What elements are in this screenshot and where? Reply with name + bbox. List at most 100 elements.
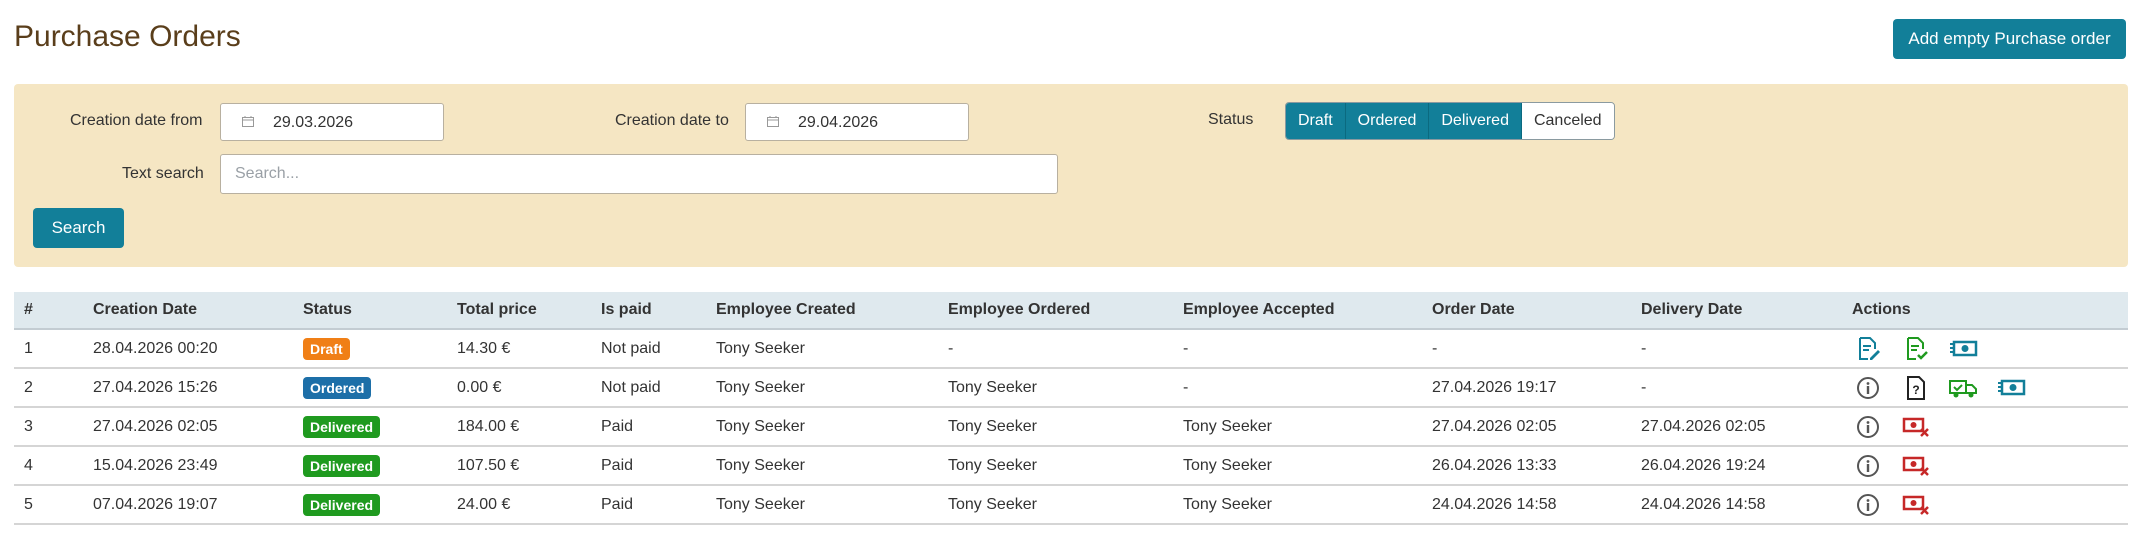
cell-is-paid: Not paid <box>591 368 706 408</box>
cell-employee-ordered: Tony Seeker <box>938 407 1173 447</box>
cell-employee-ordered: Tony Seeker <box>938 446 1173 486</box>
cell-creation-date: 15.04.2026 23:49 <box>83 446 293 486</box>
cell-employee-accepted: - <box>1173 329 1422 369</box>
status-toggle-draft[interactable]: Draft <box>1286 103 1346 139</box>
date-to-value: 29.04.2026 <box>798 114 879 131</box>
cell-total-price: 107.50 € <box>447 446 591 486</box>
cell-number: 2 <box>14 368 83 408</box>
info-icon[interactable] <box>1852 413 1884 441</box>
row-actions <box>1852 491 2128 519</box>
cell-total-price: 14.30 € <box>447 329 591 369</box>
cell-actions <box>1842 329 2128 369</box>
delivery-truck-icon[interactable] <box>1948 374 1980 402</box>
column-header-order-date[interactable]: Order Date <box>1422 292 1631 330</box>
cell-actions <box>1842 446 2128 486</box>
approve-document-icon[interactable] <box>1900 335 1932 363</box>
cell-employee-accepted: - <box>1173 368 1422 408</box>
cell-employee-created: Tony Seeker <box>706 446 938 486</box>
table-row[interactable]: 5 07.04.2026 19:07 Delivered 24.00 € Paid Ton… <box>14 485 2128 525</box>
cell-employee-created: Tony Seeker <box>706 368 938 408</box>
cancel-payment-icon[interactable] <box>1900 452 1932 480</box>
column-header-status[interactable]: Status <box>293 292 447 330</box>
table-row[interactable]: 4 15.04.2026 23:49 Delivered 107.50 € Paid To… <box>14 446 2128 486</box>
svg-text:?: ? <box>1912 383 1919 397</box>
cell-delivery-date: - <box>1631 368 1842 408</box>
column-header-employee-ordered[interactable]: Employee Ordered <box>938 292 1173 330</box>
edit-document-icon[interactable] <box>1852 335 1884 363</box>
cell-employee-accepted: Tony Seeker <box>1173 446 1422 486</box>
cell-employee-created: Tony Seeker <box>706 407 938 447</box>
status-toggle-canceled[interactable]: Canceled <box>1521 103 1614 139</box>
date-to-field[interactable]: 29.04.2026 <box>745 103 969 141</box>
column-header-employee-created[interactable]: Employee Created <box>706 292 938 330</box>
add-empty-purchase-order-button[interactable]: Add empty Purchase order <box>1893 19 2126 59</box>
column-header-is-paid[interactable]: Is paid <box>591 292 706 330</box>
cell-actions: ? <box>1842 368 2128 408</box>
column-header-total-price[interactable]: Total price <box>447 292 591 330</box>
date-from-label: Creation date from <box>70 112 203 129</box>
cell-is-paid: Paid <box>591 446 706 486</box>
row-actions: ? <box>1852 374 2128 402</box>
calendar-icon <box>767 116 779 127</box>
cell-status: Delivered <box>293 485 447 525</box>
date-from-value: 29.03.2026 <box>273 114 354 131</box>
info-icon[interactable] <box>1852 452 1884 480</box>
cell-total-price: 24.00 € <box>447 485 591 525</box>
cell-number: 1 <box>14 329 83 369</box>
status-toggle-ordered[interactable]: Ordered <box>1345 103 1430 139</box>
payment-icon[interactable] <box>1948 335 1980 363</box>
status-toggle-delivered[interactable]: Delivered <box>1429 103 1522 139</box>
column-header-number[interactable]: # <box>14 292 83 330</box>
cell-creation-date: 28.04.2026 00:20 <box>83 329 293 369</box>
info-icon[interactable] <box>1852 374 1884 402</box>
purchase-orders-table: # Creation Date Status Total price Is pa… <box>14 292 2128 525</box>
status-badge: Delivered <box>303 454 381 477</box>
row-actions <box>1852 335 2128 363</box>
table-header-row: # Creation Date Status Total price Is pa… <box>14 292 2128 330</box>
column-header-employee-accepted[interactable]: Employee Accepted <box>1173 292 1422 330</box>
status-label: Status <box>1208 111 1254 128</box>
cell-number: 3 <box>14 407 83 447</box>
cell-employee-accepted: Tony Seeker <box>1173 407 1422 447</box>
cell-order-date: 26.04.2026 13:33 <box>1422 446 1631 486</box>
status-badge: Delivered <box>303 415 381 438</box>
unknown-document-icon[interactable]: ? <box>1900 374 1932 402</box>
cell-employee-ordered: Tony Seeker <box>938 368 1173 408</box>
status-badge: Ordered <box>303 376 372 399</box>
cell-order-date: - <box>1422 329 1631 369</box>
text-search-input[interactable] <box>220 154 1058 194</box>
status-toggle-group: Draft Ordered Delivered Canceled <box>1285 102 1615 140</box>
cell-total-price: 0.00 € <box>447 368 591 408</box>
cell-status: Delivered <box>293 407 447 447</box>
cancel-payment-icon[interactable] <box>1900 413 1932 441</box>
info-icon[interactable] <box>1852 491 1884 519</box>
status-badge: Draft <box>303 337 350 360</box>
row-actions <box>1852 413 2128 441</box>
status-badge: Delivered <box>303 493 381 516</box>
column-header-creation-date[interactable]: Creation Date <box>83 292 293 330</box>
cell-is-paid: Paid <box>591 485 706 525</box>
cell-number: 5 <box>14 485 83 525</box>
column-header-delivery-date[interactable]: Delivery Date <box>1631 292 1842 330</box>
date-from-field[interactable]: 29.03.2026 <box>220 103 444 141</box>
cancel-payment-icon[interactable] <box>1900 491 1932 519</box>
table-row[interactable]: 3 27.04.2026 02:05 Delivered 184.00 € Paid To… <box>14 407 2128 447</box>
cell-creation-date: 27.04.2026 15:26 <box>83 368 293 408</box>
cell-delivery-date: 27.04.2026 02:05 <box>1631 407 1842 447</box>
cell-creation-date: 07.04.2026 19:07 <box>83 485 293 525</box>
cell-employee-ordered: Tony Seeker <box>938 485 1173 525</box>
search-button[interactable]: Search <box>33 208 124 248</box>
date-to-label: Creation date to <box>615 112 729 129</box>
cell-order-date: 24.04.2026 14:58 <box>1422 485 1631 525</box>
cell-status: Draft <box>293 329 447 369</box>
page-title: Purchase Orders <box>14 20 241 53</box>
text-search-label: Text search <box>122 165 204 182</box>
table-row[interactable]: 2 27.04.2026 15:26 Ordered 0.00 € Not paid To… <box>14 368 2128 408</box>
cell-status: Ordered <box>293 368 447 408</box>
cell-employee-created: Tony Seeker <box>706 485 938 525</box>
table-row[interactable]: 1 28.04.2026 00:20 Draft 14.30 € Not paid Ton… <box>14 329 2128 369</box>
payment-icon[interactable] <box>1996 374 2028 402</box>
cell-status: Delivered <box>293 446 447 486</box>
cell-delivery-date: - <box>1631 329 1842 369</box>
cell-order-date: 27.04.2026 02:05 <box>1422 407 1631 447</box>
